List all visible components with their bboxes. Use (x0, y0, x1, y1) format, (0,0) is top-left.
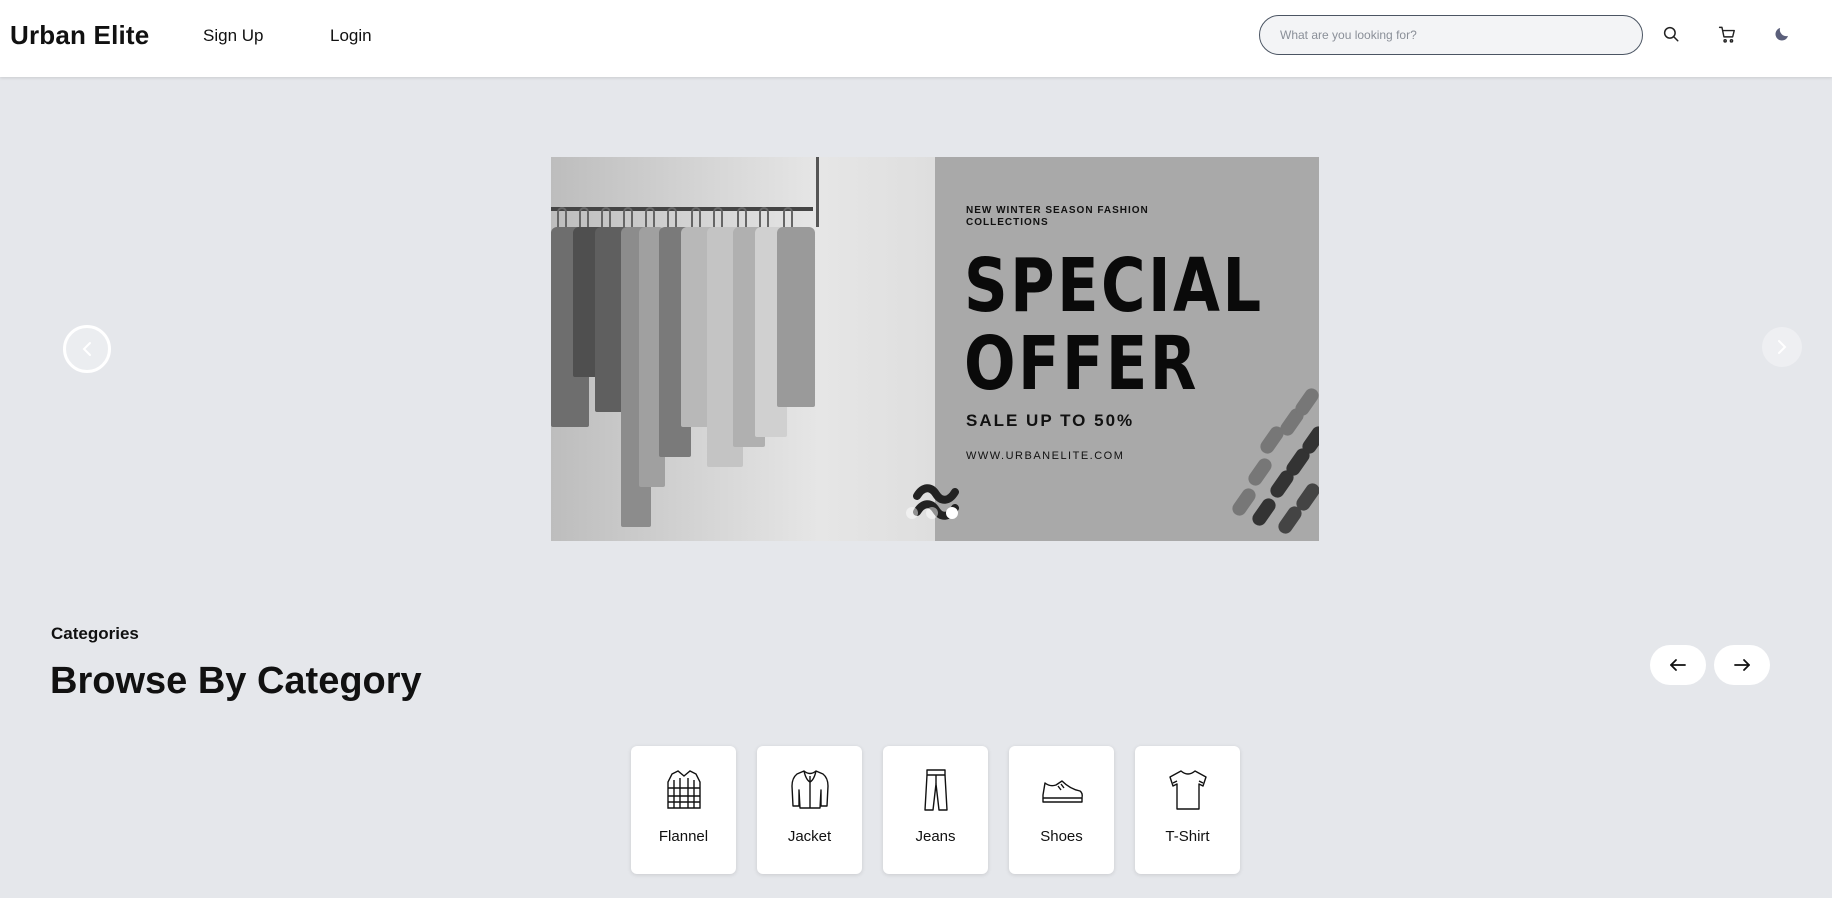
category-label: Flannel (658, 828, 709, 845)
carousel-dot-1[interactable] (906, 507, 918, 519)
category-card-jacket[interactable]: Jacket (757, 746, 862, 874)
carousel-dot-2[interactable] (926, 507, 938, 519)
category-label: Jeans (915, 828, 956, 845)
arrow-right-icon (1734, 659, 1750, 671)
categories-prev-button[interactable] (1650, 645, 1706, 685)
tshirt-icon (1166, 768, 1210, 812)
banner-headline: SPECIAL OFFER (964, 247, 1264, 403)
category-label: Shoes (1040, 828, 1083, 845)
carousel-dot-3[interactable] (946, 507, 958, 519)
brand-logo[interactable]: Urban Elite (10, 20, 149, 51)
cart-icon[interactable] (1715, 22, 1739, 46)
banner-headline-line2: OFFER (964, 321, 1199, 407)
wave-logo-icon (913, 484, 959, 520)
arrow-left-icon (1670, 659, 1686, 671)
carousel-next-button[interactable] (1762, 327, 1802, 367)
flannel-shirt-icon (662, 768, 706, 812)
jacket-icon (788, 768, 832, 812)
carousel-indicators (906, 507, 958, 519)
moon-icon[interactable] (1770, 22, 1794, 46)
search-input[interactable] (1259, 15, 1643, 55)
search-icon[interactable] (1659, 22, 1683, 46)
nav-signup-link[interactable]: Sign Up (203, 26, 263, 46)
category-list: Flannel Jacket Jeans Shoes T-Shirt (631, 746, 1240, 874)
chevron-left-icon (82, 342, 91, 356)
categories-eyebrow: Categories (51, 624, 139, 643)
shoe-icon (1040, 768, 1084, 812)
banner-headline-line1: SPECIAL (964, 243, 1264, 329)
category-card-flannel[interactable]: Flannel (631, 746, 736, 874)
clothing-rack-photo (551, 157, 935, 541)
category-label: T-Shirt (1165, 828, 1210, 845)
category-card-jeans[interactable]: Jeans (883, 746, 988, 874)
category-card-shoes[interactable]: Shoes (1009, 746, 1114, 874)
top-navbar: Urban Elite Sign Up Login (0, 0, 1832, 77)
banner-website: WWW.URBANELITE.COM (966, 450, 1125, 462)
nav-login-link[interactable]: Login (330, 26, 372, 46)
categories-title: Browse By Category (50, 660, 422, 702)
banner-sale-text: SALE UP TO 50% (966, 411, 1135, 430)
jeans-icon (914, 768, 958, 812)
category-card-tshirt[interactable]: T-Shirt (1135, 746, 1240, 874)
promo-banner-slide: NEW WINTER SEASON FASHION COLLECTIONS SP… (551, 157, 1319, 541)
chevron-right-icon (1778, 340, 1787, 354)
carousel-prev-button[interactable] (63, 325, 111, 373)
category-label: Jacket (787, 828, 832, 845)
categories-next-button[interactable] (1714, 645, 1770, 685)
banner-kicker: NEW WINTER SEASON FASHION COLLECTIONS (966, 205, 1149, 228)
